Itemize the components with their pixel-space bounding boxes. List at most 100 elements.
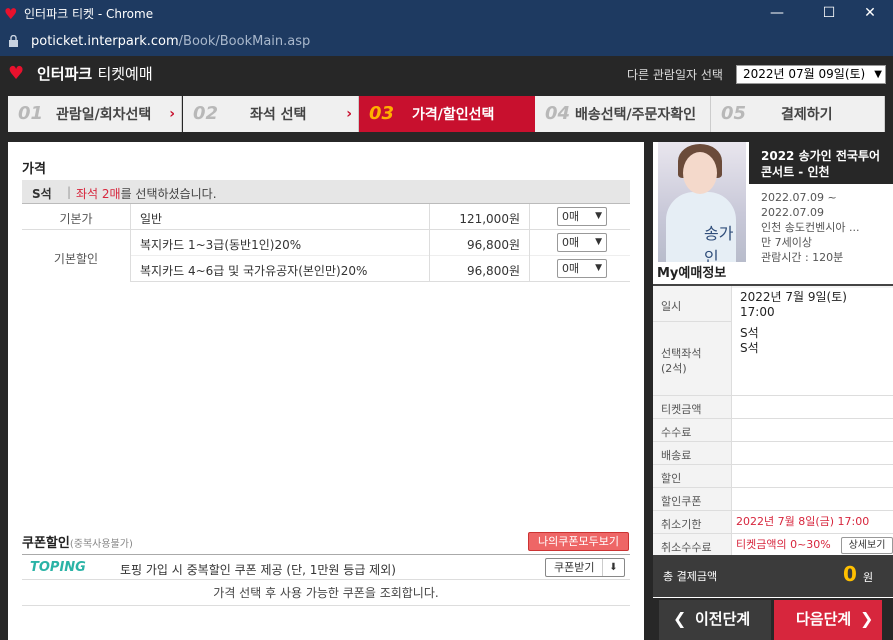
info-value: S석 S석: [732, 322, 893, 395]
chevron-down-icon: ▼: [595, 211, 602, 221]
quantity-value: 0매: [562, 236, 580, 249]
info-row-cancel-fee: 취소수수료 티켓금액의 0~30% 상세보기: [653, 534, 893, 557]
step-5[interactable]: 05 결제하기: [711, 96, 885, 132]
date-value: 2022년 7월 9일(토): [740, 290, 847, 304]
cancel-fee-detail-button[interactable]: 상세보기: [841, 537, 893, 554]
download-icon: ⬇: [602, 559, 624, 576]
price-name: 복지카드 1~3급(동반1인)20%: [140, 238, 302, 252]
maximize-icon[interactable]: ☐: [806, 0, 852, 28]
step-2[interactable]: 02 좌석 선택 ›: [183, 96, 359, 132]
info-row-seats: 선택좌석 (2석) S석 S석: [653, 322, 893, 396]
cancel-deadline-value: 2022년 7월 8일(금) 17:00: [732, 511, 893, 533]
step-nav: 01 관람일/회차선택 › 02 좌석 선택 › 03 가격/할인선택 04 배…: [0, 92, 893, 134]
url-path: /Book/BookMain.asp: [178, 34, 311, 49]
info-row-ticket-amount: 티켓금액: [653, 396, 893, 419]
coupon-row: TOPING 토핑 가입 시 중복할인 쿠폰 제공 (단, 1만원 등급 제외)…: [22, 554, 630, 580]
view-all-coupons-button[interactable]: 나의쿠폰모두보기: [528, 532, 629, 551]
info-label: 배송료: [661, 449, 692, 462]
step-label: 가격/할인선택: [412, 107, 495, 123]
step-number: 03: [369, 103, 395, 124]
my-booking-title: My예매정보: [657, 266, 727, 281]
quantity-select[interactable]: 0매 ▼: [557, 259, 607, 278]
my-booking-info: 일시 2022년 7월 9일(토) 17:00 선택좌석 (2석) S석 S석 티켓금…: [653, 284, 893, 557]
selection-count: 좌석 2매: [76, 187, 121, 201]
next-step-label: 다음단계: [796, 610, 852, 628]
get-coupon-button[interactable]: 쿠폰받기 ⬇: [545, 558, 625, 577]
chevron-right-icon: ›: [169, 106, 175, 122]
price-category-cell: 기본할인: [22, 230, 130, 282]
seat-1: S석: [740, 326, 759, 340]
info-row-cancel-deadline: 취소기한 2022년 7월 8일(금) 17:00: [653, 511, 893, 534]
chevron-right-icon: ❯: [860, 609, 874, 628]
price-category: 기본가: [59, 212, 93, 226]
price-name: 일반: [140, 212, 163, 226]
other-date-label: 다른 관람일자 선택: [627, 68, 723, 82]
window-titlebar: ♥ 인터파크 티켓 - Chrome — ☐ ✕: [0, 0, 893, 28]
step-4[interactable]: 04 배송선택/주문자확인: [535, 96, 711, 132]
booking-sidebar: 송가인 2022 송가인 전국투어 콘서트 - 인천 2022.07.09 ~ …: [653, 142, 893, 598]
show-poster: 송가인: [658, 142, 746, 262]
price-amount: 121,000원: [459, 212, 520, 226]
prev-step-label: 이전단계: [695, 610, 751, 628]
step-label: 배송선택/주문자확인: [575, 107, 697, 123]
info-row-coupon: 할인쿠폰: [653, 488, 893, 511]
show-age: 만 7세이상: [761, 236, 812, 249]
step-number: 04: [545, 103, 571, 124]
price-name: 복지카드 4~6급 및 국가유공자(본인만)20%: [140, 264, 368, 278]
info-row-fee: 수수료: [653, 419, 893, 442]
toping-logo: TOPING: [30, 560, 86, 575]
show-title: 2022 송가인 전국투어 콘서트 - 인천: [761, 149, 881, 179]
step-number: 05: [721, 103, 747, 124]
date-select[interactable]: 2022년 07월 09일(토) ▼: [736, 65, 886, 84]
show-venue: 인천 송도컨벤시아 ...: [761, 221, 860, 234]
quantity-select[interactable]: 0매 ▼: [557, 233, 607, 252]
step-3[interactable]: 03 가격/할인선택: [359, 96, 535, 132]
show-info: 2022.07.09 ~ 2022.07.09 인천 송도컨벤시아 ... 만 …: [761, 190, 891, 265]
info-value: 2022년 7월 9일(토) 17:00: [732, 288, 893, 322]
info-row-delivery: 배송료: [653, 442, 893, 465]
minimize-icon[interactable]: —: [754, 0, 800, 28]
selection-message: 좌석 2매를 선택하셨습니다.: [76, 185, 217, 202]
info-label: 선택좌석 (2석): [661, 346, 701, 376]
close-icon[interactable]: ✕: [847, 0, 893, 28]
seat-count: (2석): [661, 362, 687, 375]
info-row-date: 일시 2022년 7월 9일(토) 17:00: [653, 286, 893, 322]
info-label: 티켓금액: [661, 403, 702, 416]
total-amount: 0: [843, 562, 857, 586]
info-label: 일시: [661, 300, 682, 313]
site-header: ♥ 인터파크 티켓예매 다른 관람일자 선택 2022년 07월 09일(토) …: [0, 56, 893, 92]
price-row: 기본가 일반 121,000원 0매 ▼: [22, 204, 630, 230]
interpark-heart-icon: ♥: [4, 5, 18, 23]
price-section-title: 가격: [22, 162, 46, 177]
logo-sub: 티켓예매: [97, 65, 153, 83]
chevron-down-icon: ▼: [595, 237, 602, 247]
step-label: 결제하기: [781, 107, 833, 123]
next-step-button[interactable]: 다음단계 ❯: [774, 600, 882, 640]
url-text[interactable]: poticket.interpark.com/Book/BookMain.asp: [31, 34, 310, 50]
coupon-note: (중복사용불가): [69, 539, 133, 550]
separator: |: [67, 185, 72, 199]
info-label: 수수료: [661, 426, 692, 439]
price-category: 기본할인: [53, 252, 99, 266]
chevron-right-icon: ›: [346, 106, 352, 122]
show-period: 2022.07.09 ~ 2022.07.09: [761, 191, 837, 219]
grade-bar: S석 | 좌석 2매를 선택하셨습니다.: [22, 180, 630, 204]
logo-main: 인터파크: [37, 65, 93, 83]
lock-icon: [9, 35, 18, 47]
show-runtime: 관람시간 : 120분: [761, 251, 844, 264]
prev-step-button[interactable]: ❮ 이전단계: [659, 600, 771, 640]
price-amount: 96,800원: [466, 238, 520, 252]
price-amount: 96,800원: [466, 264, 520, 278]
step-1[interactable]: 01 관람일/회차선택 ›: [8, 96, 182, 132]
coupon-description: 토핑 가입 시 중복할인 쿠폰 제공 (단, 1만원 등급 제외): [120, 563, 396, 577]
step-number: 02: [193, 103, 219, 124]
poster-title: 송가인: [704, 224, 734, 262]
step-label: 관람일/회차선택: [56, 107, 152, 123]
chevron-down-icon: ▼: [874, 69, 882, 80]
address-bar[interactable]: poticket.interpark.com/Book/BookMain.asp: [0, 28, 893, 56]
step-number: 01: [18, 103, 44, 124]
quantity-select[interactable]: 0매 ▼: [557, 207, 607, 226]
info-label: 취소수수료: [661, 541, 712, 554]
logo-heart-icon: ♥: [8, 63, 25, 84]
time-value: 17:00: [740, 305, 775, 319]
